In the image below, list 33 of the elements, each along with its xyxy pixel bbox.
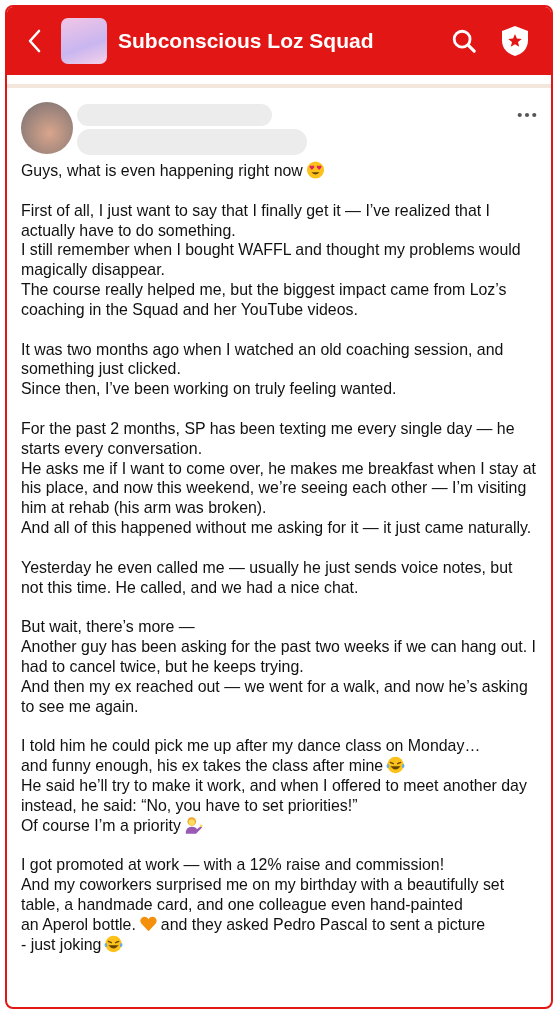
post-text: It was two months ago when I watched an old coaching session, and something just clicked. xyxy=(21,340,504,378)
group-title: Subconscious Loz Squad xyxy=(118,29,375,53)
laughing-tears-face-icon xyxy=(104,934,124,953)
post-text: I told him he could pick me up after my dance class on Monday… xyxy=(21,737,481,755)
post-text: And all of this happened without me asking for it — it just came naturally. xyxy=(21,518,532,536)
post-text: But wait, there’s more — xyxy=(21,618,195,636)
post-text: - just joking xyxy=(21,935,102,953)
shield-star-icon[interactable] xyxy=(501,25,529,57)
avatar xyxy=(21,102,73,154)
post-text: The course really helped me, but the biggest impact came from Loz’s coaching in the Squad and her YouTube videos. xyxy=(21,281,507,318)
heart-icon xyxy=(138,914,158,933)
back-icon[interactable] xyxy=(27,29,41,53)
post-text: I still remember when I bought WAFFL and thought my problems would magically disappear. xyxy=(21,241,521,279)
post-text: an Aperol bottle. xyxy=(21,915,136,933)
post-text: I got promoted at work — with a 12% raise and commission! xyxy=(21,856,445,874)
post-text: Since then, I’ve been working on truly feeling wanted. xyxy=(21,380,397,398)
post-text: Of course I’m a priority xyxy=(21,816,181,834)
post-text: Guys, what is even happening right now xyxy=(21,162,303,179)
post-text: and they asked Pedro Pascal to sent a picture xyxy=(160,915,486,933)
post-text: And then my ex reached out — we went for a walk, and now he’s asking to see me again. xyxy=(21,677,528,715)
heart-eyes-face-icon xyxy=(305,161,325,179)
group-photo-placeholder xyxy=(61,18,107,64)
post-text: First of all, I just want to say that I finally get it — I’ve realized that I actually have to do something. xyxy=(21,201,490,239)
laughing-tears-face-icon xyxy=(386,756,406,775)
post-text: Yesterday he even called me — usually he just sends voice notes, but not this time. He called, and we had a nice chat. xyxy=(21,558,513,596)
post-text: Another guy has been asking for the past two weeks if we can hang out. I had to cancel twice, but he keeps trying. xyxy=(21,638,536,675)
post-text: He said he’ll try to make it work, and when I offered to meet another day instead, he said: “No, you have to set priorities!” xyxy=(21,776,527,814)
post-text: and funny enough, his ex takes the class after mine xyxy=(21,757,384,775)
post-text: For the past 2 months, SP has been texting me every single day — he starts every conversation. xyxy=(21,419,515,457)
search-icon[interactable] xyxy=(451,28,477,54)
post-text: He asks me if I want to come over, he makes me breakfast when I stay at his place, and now this weekend, we’re seeing each other — I’m visiting him at rehab (his arm was broken). xyxy=(21,459,536,517)
person-tipping-hand-icon xyxy=(183,815,203,834)
more-options-icon[interactable] xyxy=(517,112,537,118)
